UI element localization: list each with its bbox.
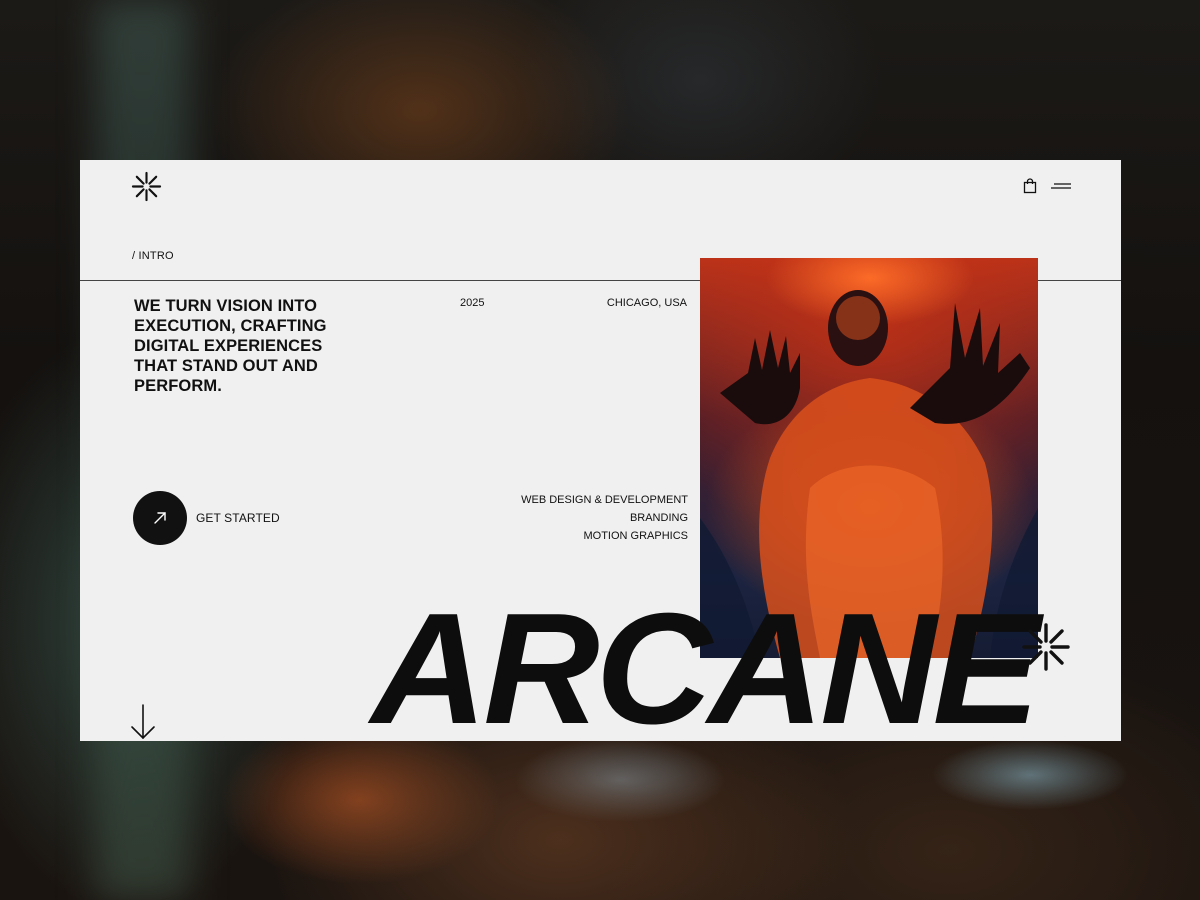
shopping-bag-icon[interactable] bbox=[1023, 178, 1037, 194]
section-label: / INTRO bbox=[132, 250, 174, 262]
arrow-up-right-icon bbox=[154, 512, 166, 524]
service-item: WEB DESIGN & DEVELOPMENT bbox=[521, 494, 688, 506]
header-actions bbox=[1023, 178, 1071, 194]
asterisk-icon bbox=[1022, 623, 1070, 671]
location-label: CHICAGO, USA bbox=[606, 297, 687, 309]
year-label: 2025 bbox=[460, 297, 485, 309]
cta-circle[interactable] bbox=[133, 491, 187, 545]
asterisk-icon[interactable] bbox=[131, 171, 162, 202]
hero-panel: / INTRO WE TURN VISION INTO EXECUTION, C… bbox=[80, 160, 1121, 741]
services-list: WEB DESIGN & DEVELOPMENT BRANDING MOTION… bbox=[521, 491, 688, 545]
cta-label: GET STARTED bbox=[196, 511, 280, 525]
hero-headline: WE TURN VISION INTO EXECUTION, CRAFTING … bbox=[134, 297, 327, 395]
brand-wordmark: ARCANE bbox=[371, 581, 1040, 741]
arrow-down-icon[interactable] bbox=[130, 704, 156, 740]
menu-icon[interactable] bbox=[1051, 181, 1071, 191]
service-item: BRANDING bbox=[629, 512, 688, 524]
get-started-button[interactable]: GET STARTED bbox=[133, 491, 280, 545]
service-item: MOTION GRAPHICS bbox=[583, 530, 688, 542]
